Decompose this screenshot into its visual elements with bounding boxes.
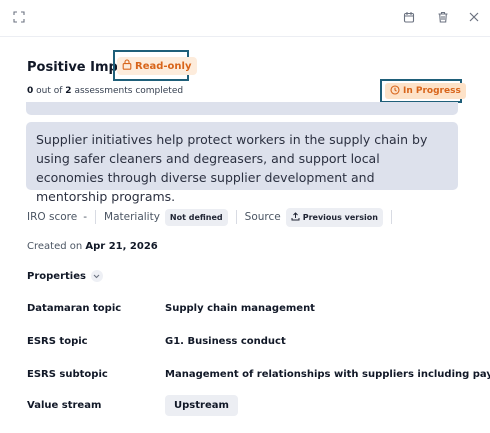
property-value: G1. Business conduct bbox=[165, 335, 286, 347]
property-row-datamaran-topic: Datamaran topic Supply chain management bbox=[27, 300, 315, 316]
properties-header[interactable]: Properties bbox=[27, 270, 103, 282]
toolbar bbox=[0, 0, 490, 36]
close-icon[interactable] bbox=[466, 9, 482, 25]
progress-count: 0 bbox=[27, 86, 34, 96]
chevron-down-icon[interactable] bbox=[90, 270, 103, 282]
collapsed-panel-bar bbox=[26, 102, 458, 115]
source-value: Previous version bbox=[302, 212, 378, 222]
trash-icon[interactable] bbox=[435, 9, 451, 25]
property-value: Management of relationships with supplie… bbox=[165, 368, 490, 380]
value-stream-pill[interactable]: Upstream bbox=[165, 394, 238, 416]
meta-separator bbox=[235, 210, 237, 224]
expand-icon[interactable] bbox=[11, 9, 27, 25]
materiality-label: Materiality bbox=[104, 211, 160, 223]
progress-suffix: assessments completed bbox=[74, 86, 184, 96]
property-value: Supply chain management bbox=[165, 302, 315, 314]
lock-icon bbox=[122, 59, 132, 73]
toolbar-divider bbox=[0, 36, 490, 37]
upload-icon bbox=[291, 211, 300, 223]
progress-mid: out of bbox=[36, 86, 63, 96]
properties-title: Properties bbox=[27, 270, 86, 282]
created-date: Apr 21, 2026 bbox=[85, 241, 158, 252]
created-label: Created on bbox=[27, 241, 83, 252]
source-pill[interactable]: Previous version bbox=[285, 207, 383, 227]
materiality-pill[interactable]: Not defined bbox=[164, 208, 228, 226]
property-label: ESRS subtopic bbox=[27, 368, 108, 380]
iro-score-label: IRO score bbox=[27, 211, 78, 223]
description-box: Supplier initiatives help protect worker… bbox=[26, 122, 458, 204]
property-label: Datamaran topic bbox=[27, 302, 122, 314]
status-badge: In Progress bbox=[385, 83, 466, 99]
status-label: In Progress bbox=[403, 86, 461, 96]
property-row-value-stream: Value stream Upstream bbox=[27, 394, 238, 416]
assessment-progress: 0 out of 2 assessments completed bbox=[27, 86, 183, 96]
progress-total: 2 bbox=[65, 86, 72, 96]
property-label: Value stream bbox=[27, 399, 102, 411]
property-label: ESRS topic bbox=[27, 335, 88, 347]
calendar-icon[interactable] bbox=[401, 9, 417, 25]
iro-score-value: - bbox=[83, 211, 88, 223]
meta-separator bbox=[390, 210, 392, 224]
created-on: Created on Apr 21, 2026 bbox=[27, 241, 158, 252]
meta-separator bbox=[95, 210, 97, 224]
read-only-badge: Read-only bbox=[117, 57, 198, 75]
property-row-esrs-subtopic: ESRS subtopic Management of relationship… bbox=[27, 366, 490, 382]
meta-row: IRO score - Materiality Not defined Sour… bbox=[27, 207, 400, 227]
clock-icon bbox=[390, 84, 400, 98]
read-only-label: Read-only bbox=[135, 60, 192, 72]
source-label: Source bbox=[244, 211, 281, 223]
property-row-esrs-topic: ESRS topic G1. Business conduct bbox=[27, 333, 286, 349]
